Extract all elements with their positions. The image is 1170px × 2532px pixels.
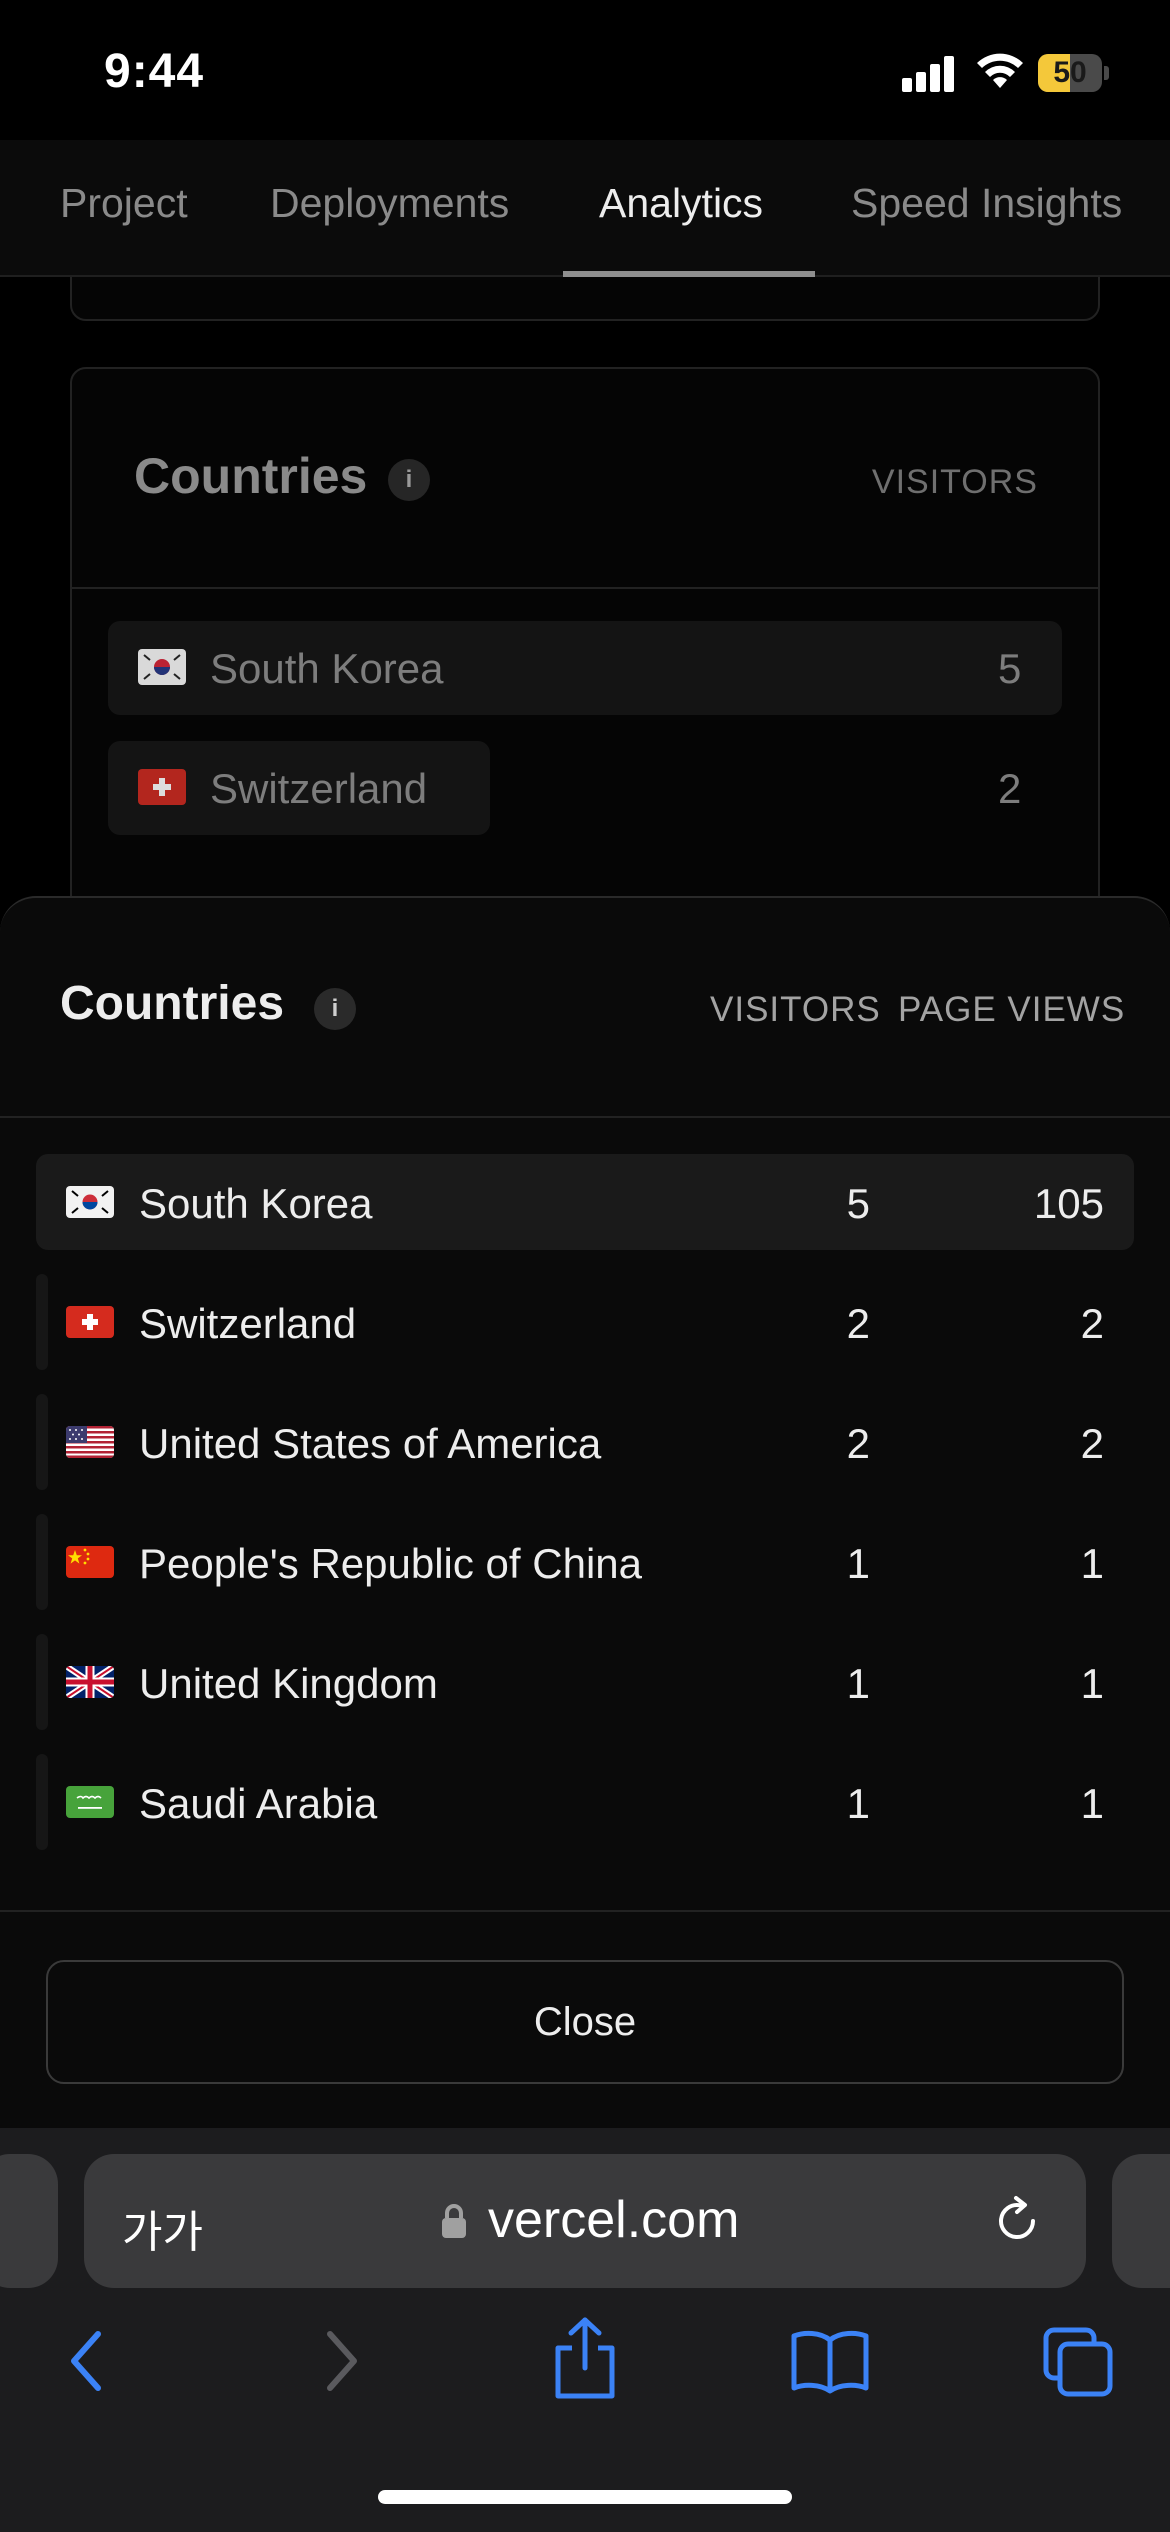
visitor-share-bar bbox=[36, 1394, 48, 1490]
divider bbox=[0, 1910, 1170, 1912]
close-button[interactable]: Close bbox=[46, 1960, 1124, 2084]
saudi-arabia-flag-icon bbox=[66, 1786, 114, 1818]
cellular-signal-icon bbox=[902, 56, 958, 92]
visitor-share-bar bbox=[36, 1514, 48, 1610]
previous-card bbox=[70, 277, 1100, 321]
list-item[interactable]: South Korea 5 bbox=[108, 621, 1062, 715]
country-name: Switzerland bbox=[210, 765, 428, 812]
forward-arrow-icon[interactable] bbox=[312, 2326, 368, 2396]
battery-level: 50 bbox=[1053, 56, 1087, 89]
table-row[interactable]: People's Republic of China 1 1 bbox=[36, 1514, 1134, 1610]
countries-sheet: Countries i VISITORS PAGE VIEWS South Ko… bbox=[0, 896, 1170, 2128]
lock-icon bbox=[442, 2204, 466, 2238]
visitor-share-bar bbox=[36, 1634, 48, 1730]
visitors-column-header: VISITORS bbox=[710, 990, 881, 1029]
back-arrow-icon[interactable] bbox=[60, 2326, 116, 2396]
visitor-count: 5 bbox=[846, 1180, 870, 1227]
status-bar: 9:44 50 bbox=[0, 0, 1170, 140]
browser-toolbar: 가가 vercel.com bbox=[0, 2128, 1170, 2532]
tab-speed-insights[interactable]: Speed Insights bbox=[851, 180, 1122, 227]
status-time: 9:44 bbox=[104, 45, 205, 98]
tab-project[interactable]: Project bbox=[60, 180, 188, 227]
tab-analytics[interactable]: Analytics bbox=[599, 180, 763, 227]
country-name: United States of America bbox=[139, 1420, 602, 1467]
reload-icon[interactable] bbox=[990, 2194, 1044, 2248]
table-row[interactable]: Saudi Arabia 1 1 bbox=[36, 1754, 1134, 1850]
countries-card-header: Countries i VISITORS bbox=[72, 369, 1098, 589]
visitor-share-bar bbox=[36, 1274, 48, 1370]
address-bar[interactable]: 가가 vercel.com bbox=[84, 2154, 1086, 2288]
next-tab-preview[interactable] bbox=[1112, 2154, 1170, 2288]
switzerland-flag-icon bbox=[66, 1306, 114, 1338]
table-row[interactable]: United States of America 2 2 bbox=[36, 1394, 1134, 1490]
list-item[interactable]: Switzerland 2 bbox=[108, 741, 1062, 835]
country-name: South Korea bbox=[139, 1180, 373, 1227]
visitor-count: 1 bbox=[846, 1780, 870, 1827]
visitor-count: 2 bbox=[846, 1300, 870, 1347]
page-views-column-header: PAGE VIEWS bbox=[898, 990, 1126, 1029]
page-view-count: 1 bbox=[1080, 1540, 1104, 1587]
country-name: Saudi Arabia bbox=[139, 1780, 378, 1827]
page-view-count: 2 bbox=[1080, 1420, 1104, 1467]
countries-card-title: Countries bbox=[134, 448, 368, 504]
switzerland-flag-icon bbox=[138, 769, 186, 805]
table-row[interactable]: United Kingdom 1 1 bbox=[36, 1634, 1134, 1730]
country-name: South Korea bbox=[210, 645, 444, 692]
page-view-count: 2 bbox=[1080, 1300, 1104, 1347]
visitor-count: 2 bbox=[846, 1420, 870, 1467]
page-view-count: 1 bbox=[1080, 1660, 1104, 1707]
info-icon[interactable]: i bbox=[314, 988, 356, 1030]
wifi-icon bbox=[977, 53, 1023, 88]
url-text: vercel.com bbox=[488, 2191, 740, 2249]
visitor-count: 1 bbox=[846, 1540, 870, 1587]
sheet-title: Countries bbox=[60, 977, 285, 1030]
uk-flag-icon bbox=[66, 1666, 114, 1698]
page-view-count: 105 bbox=[1033, 1180, 1104, 1227]
usa-flag-icon bbox=[66, 1426, 114, 1458]
countries-card: Countries i VISITORS South Korea 5 Switz… bbox=[70, 367, 1100, 897]
page-view-count: 1 bbox=[1080, 1780, 1104, 1827]
visitor-share-bar bbox=[36, 1754, 48, 1850]
share-icon[interactable] bbox=[548, 2316, 622, 2400]
tab-deployments[interactable]: Deployments bbox=[270, 180, 509, 227]
china-flag-icon bbox=[66, 1546, 114, 1578]
analytics-page-background: Countries i VISITORS South Korea 5 Switz… bbox=[0, 277, 1170, 897]
reader-settings-button[interactable]: 가가 bbox=[122, 2196, 203, 2260]
info-icon[interactable]: i bbox=[388, 459, 430, 501]
sheet-header: Countries i VISITORS PAGE VIEWS bbox=[0, 898, 1170, 1118]
south-korea-flag-icon bbox=[138, 649, 186, 685]
country-name: Switzerland bbox=[139, 1300, 357, 1347]
table-row[interactable]: South Korea 5 105 bbox=[36, 1154, 1134, 1250]
visitor-count: 2 bbox=[998, 765, 1022, 812]
tabs-overview-icon[interactable] bbox=[1042, 2326, 1114, 2398]
visitor-count: 5 bbox=[998, 645, 1022, 692]
country-name: People's Republic of China bbox=[139, 1540, 642, 1587]
table-row[interactable]: Switzerland 2 2 bbox=[36, 1274, 1134, 1370]
visitors-column-header: VISITORS bbox=[871, 463, 1038, 501]
visitor-count: 1 bbox=[846, 1660, 870, 1707]
bookmarks-icon[interactable] bbox=[790, 2328, 870, 2394]
home-indicator[interactable] bbox=[378, 2490, 792, 2504]
project-tabs: Project Deployments Analytics Speed Insi… bbox=[0, 140, 1170, 277]
country-name: United Kingdom bbox=[139, 1660, 438, 1707]
south-korea-flag-icon bbox=[66, 1186, 114, 1218]
battery-icon: 50 bbox=[1038, 54, 1109, 92]
previous-tab-preview[interactable] bbox=[0, 2154, 58, 2288]
